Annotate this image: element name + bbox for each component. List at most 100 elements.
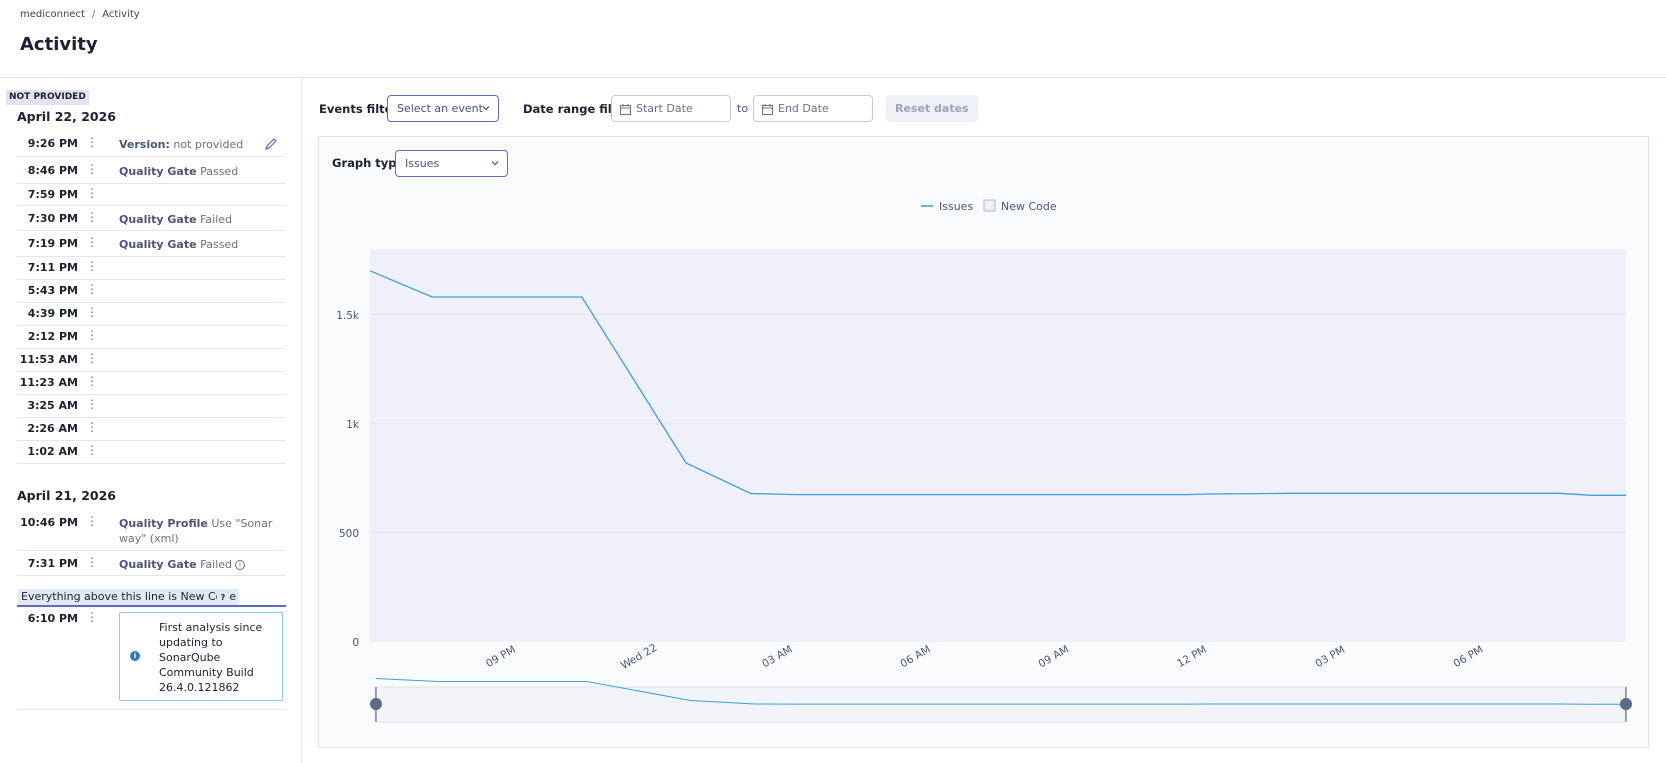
- new-code-label: Everything above this line is New Code: [18, 589, 240, 605]
- legend-new-code-swatch: [983, 199, 996, 212]
- list-item[interactable]: 3:25 AM ⋮: [17, 395, 286, 418]
- y-tick-label: 1.5k: [336, 310, 360, 322]
- list-item[interactable]: 2:12 PM ⋮: [17, 326, 286, 349]
- list-item[interactable]: 7:31 PM ⋮ Quality Gate Failed i: [17, 551, 286, 576]
- event-text: Quality Gate Failed i: [119, 557, 284, 572]
- zoom-handle-right[interactable]: [1620, 698, 1632, 710]
- chevron-down-icon: [482, 106, 490, 111]
- event-label: Quality Profile: [119, 517, 208, 530]
- event-time: 7:59 PM: [27, 188, 78, 201]
- list-item[interactable]: 9:26 PM ⋮ Version: not provided: [17, 131, 286, 157]
- event-time: 10:46 PM: [20, 516, 78, 529]
- events-filter-value: Select an event: [397, 102, 483, 115]
- breadcrumb: mediconnect / Activity: [20, 9, 140, 20]
- event-menu-icon[interactable]: ⋮: [86, 135, 98, 149]
- event-detail: Passed: [200, 165, 239, 178]
- event-label: Quality Gate: [119, 558, 197, 571]
- list-item[interactable]: 6:10 PM ⋮ i First analysis since updatin…: [17, 607, 286, 710]
- activity-list: NOT PROVIDED April 22, 2026 9:26 PM ⋮ Ve…: [0, 78, 302, 763]
- info-message-text: First analysis since updating to SonarQu…: [159, 621, 263, 694]
- list-item[interactable]: 8:46 PM ⋮ Quality Gate Passed: [17, 157, 286, 184]
- event-text: Quality Gate Passed: [119, 237, 284, 252]
- event-menu-icon[interactable]: ⋮: [86, 514, 98, 528]
- x-tick-label: 03 AM: [760, 643, 795, 670]
- x-tick-label: Wed 22: [619, 642, 659, 672]
- list-item[interactable]: 7:59 PM ⋮: [17, 184, 286, 206]
- event-menu-icon[interactable]: ⋮: [86, 420, 98, 434]
- event-time: 1:02 AM: [27, 445, 78, 458]
- page-header: mediconnect / Activity Activity: [0, 0, 1666, 78]
- event-text: Quality Gate Passed: [119, 164, 284, 179]
- info-icon: i: [130, 651, 140, 661]
- chart-legend: Issues New Code: [921, 199, 1057, 213]
- legend-issues-label[interactable]: Issues: [939, 200, 973, 213]
- event-time: 11:23 AM: [19, 376, 78, 389]
- event-text: Quality Gate Failed: [119, 212, 284, 227]
- zoom-brush[interactable]: [370, 678, 1632, 723]
- event-time: 2:26 AM: [27, 422, 78, 435]
- event-menu-icon[interactable]: ⋮: [86, 305, 98, 319]
- event-time: 4:39 PM: [27, 307, 78, 320]
- event-menu-icon[interactable]: ⋮: [86, 259, 98, 273]
- event-menu-icon[interactable]: ⋮: [86, 443, 98, 457]
- event-time: 8:46 PM: [27, 164, 78, 177]
- event-menu-icon[interactable]: ⋮: [86, 555, 98, 569]
- pencil-icon[interactable]: [264, 137, 278, 151]
- list-item[interactable]: 7:11 PM ⋮: [17, 257, 286, 280]
- event-menu-icon[interactable]: ⋮: [86, 351, 98, 365]
- event-time: 6:10 PM: [27, 612, 78, 625]
- event-time: 11:53 AM: [19, 353, 78, 366]
- event-menu-icon[interactable]: ⋮: [86, 186, 98, 200]
- event-detail: Failed: [200, 213, 232, 226]
- x-tick-label: 06 AM: [898, 643, 933, 670]
- event-menu-icon[interactable]: ⋮: [86, 282, 98, 296]
- date-heading: April 22, 2026: [17, 109, 116, 124]
- y-tick-label: 0: [352, 637, 359, 649]
- version-badge: NOT PROVIDED: [6, 90, 89, 105]
- events-filter-select[interactable]: Select an event: [387, 95, 499, 122]
- event-label: Quality Gate: [119, 165, 197, 178]
- event-detail: Failed: [200, 558, 232, 571]
- event-detail: Passed: [200, 238, 239, 251]
- list-item[interactable]: 4:39 PM ⋮: [17, 303, 286, 326]
- calendar-icon: [762, 104, 773, 115]
- list-item[interactable]: 7:30 PM ⋮ Quality Gate Failed: [17, 206, 286, 231]
- page-title: Activity: [20, 34, 98, 55]
- event-time: 3:25 AM: [27, 399, 78, 412]
- breadcrumb-project-link[interactable]: mediconnect: [20, 9, 85, 20]
- event-menu-icon[interactable]: ⋮: [86, 162, 98, 176]
- event-time: 2:12 PM: [27, 330, 78, 343]
- y-axis: 0 500 1k 1.5k: [336, 310, 360, 649]
- list-item[interactable]: 7:19 PM ⋮ Quality Gate Passed: [17, 231, 286, 257]
- x-tick-label: 12 PM: [1175, 644, 1209, 670]
- event-menu-icon[interactable]: ⋮: [86, 328, 98, 342]
- event-menu-icon[interactable]: ⋮: [86, 210, 98, 224]
- x-tick-label: 09 PM: [484, 644, 518, 670]
- event-label: Quality Gate: [119, 213, 197, 226]
- reset-dates-button[interactable]: Reset dates: [886, 95, 978, 122]
- x-axis: 09 PM Wed 22 03 AM 06 AM 09 AM 12 PM 03 PM 06 P…: [484, 642, 1485, 672]
- x-tick-label: 09 AM: [1037, 643, 1072, 670]
- event-menu-icon[interactable]: ⋮: [86, 397, 98, 411]
- event-time: 7:30 PM: [27, 212, 78, 225]
- list-item[interactable]: 1:02 AM ⋮: [17, 441, 286, 464]
- zoom-handle-left[interactable]: [370, 698, 382, 710]
- list-item[interactable]: 2:26 AM ⋮: [17, 418, 286, 441]
- info-icon[interactable]: i: [235, 560, 245, 570]
- event-menu-icon[interactable]: ⋮: [86, 374, 98, 388]
- list-item[interactable]: 11:53 AM ⋮: [17, 349, 286, 372]
- event-time: 7:31 PM: [27, 557, 78, 570]
- end-date-input[interactable]: End Date: [753, 95, 873, 122]
- list-item[interactable]: 10:46 PM ⋮ Quality Profile Use "Sonar wa…: [17, 511, 286, 551]
- list-item[interactable]: 11:23 AM ⋮: [17, 372, 286, 395]
- event-time: 5:43 PM: [27, 284, 78, 297]
- start-date-input[interactable]: Start Date: [611, 95, 731, 122]
- calendar-icon: [620, 104, 631, 115]
- legend-new-code-label[interactable]: New Code: [1001, 200, 1057, 213]
- event-menu-icon[interactable]: ⋮: [86, 610, 98, 624]
- start-date-placeholder: Start Date: [636, 102, 693, 115]
- help-icon[interactable]: ?: [217, 592, 229, 604]
- event-detail: not provided: [173, 138, 244, 151]
- event-menu-icon[interactable]: ⋮: [86, 235, 98, 249]
- list-item[interactable]: 5:43 PM ⋮: [17, 280, 286, 303]
